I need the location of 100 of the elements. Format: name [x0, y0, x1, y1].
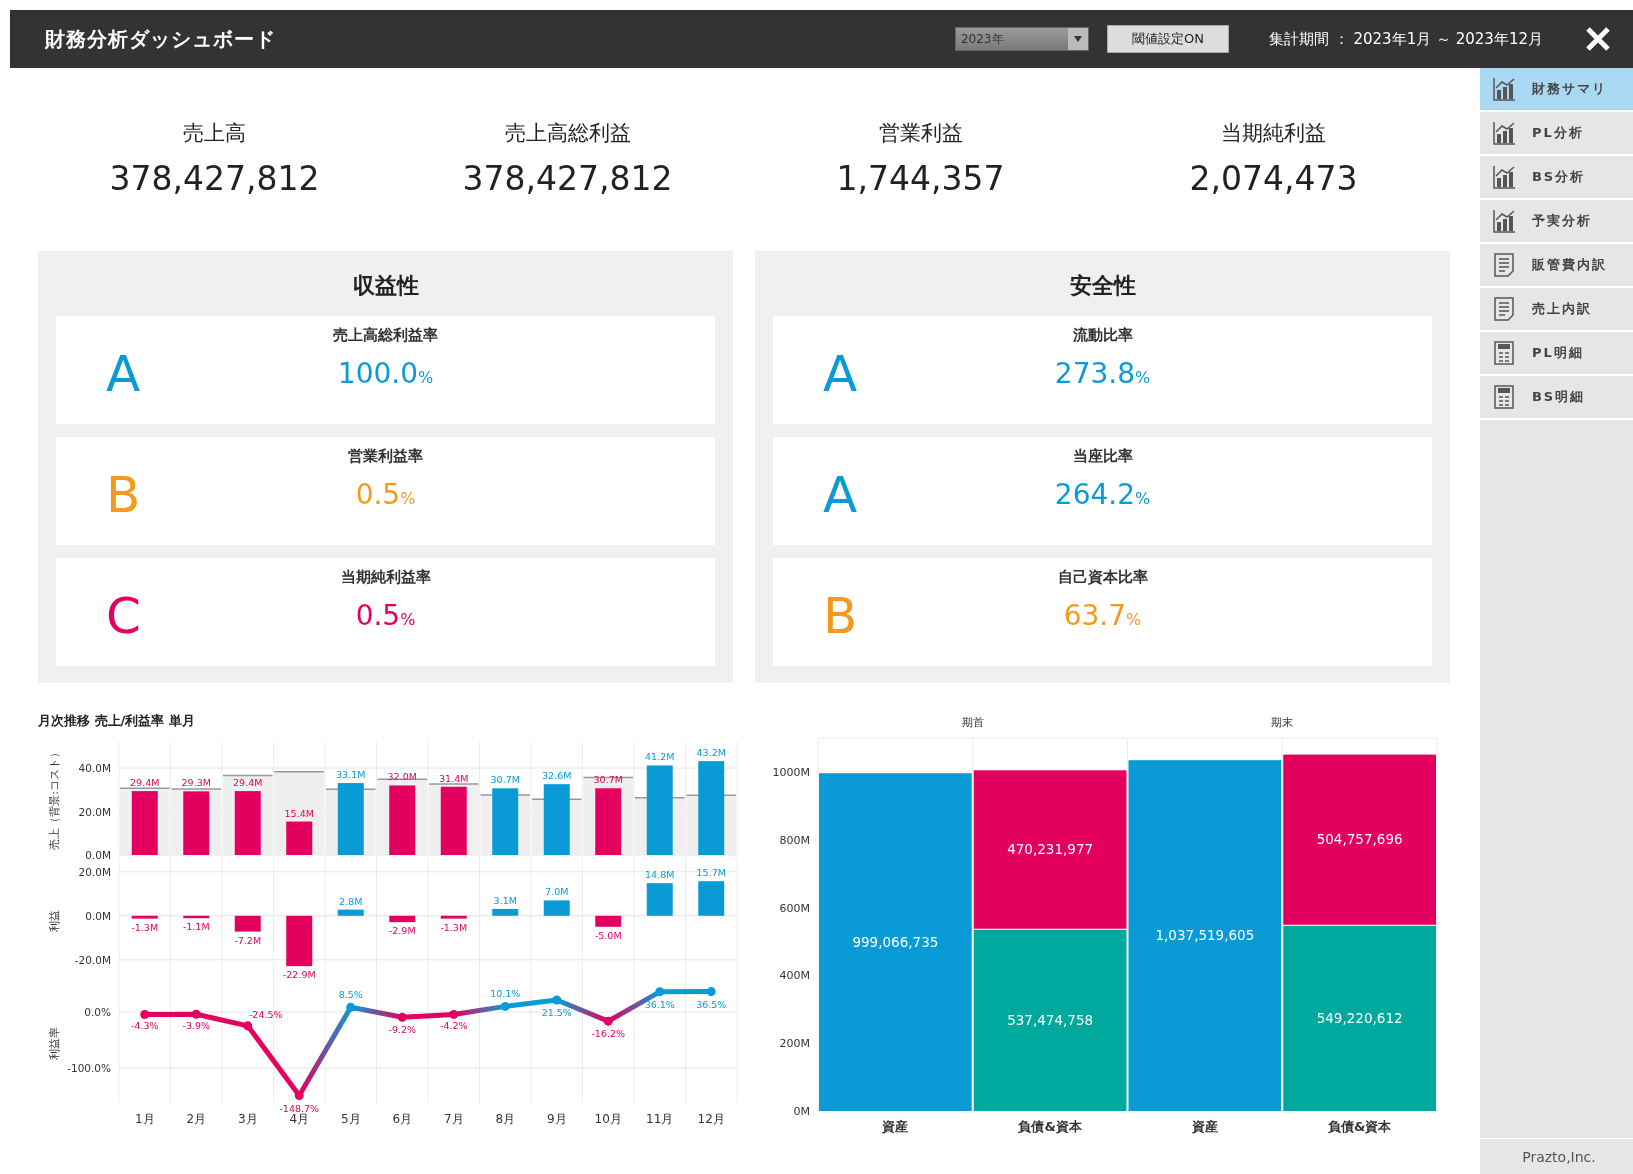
document-icon [1492, 296, 1516, 322]
value-label: 999,066,735 [852, 933, 939, 950]
value-label: -7.2M [234, 934, 262, 946]
csv-file-icon [1492, 340, 1516, 366]
document-icon [1492, 252, 1516, 278]
axis-label: 3月 [237, 1111, 258, 1126]
kpi-value: 1,744,357 [835, 157, 1006, 200]
data-point [140, 1009, 150, 1019]
bar [543, 899, 570, 916]
axis-label: 20.0M [78, 805, 111, 818]
bar [698, 880, 725, 916]
axis-label: 1000M [772, 765, 810, 779]
axis-label: 2月 [186, 1111, 207, 1126]
close-icon[interactable] [1585, 26, 1611, 52]
axis-label: 8月 [495, 1111, 516, 1126]
value-label: 10.1% [490, 987, 521, 999]
value-label: 29.4M [233, 776, 263, 788]
axis-label: 負債&資本 [1327, 1119, 1392, 1134]
panel-title: 安全性 [1068, 272, 1137, 300]
grade-letter: C [105, 588, 142, 644]
value-label: 29.3M [181, 776, 211, 788]
axis-label: -20.0M [74, 953, 111, 966]
bar [183, 915, 210, 918]
value-label: -1.3M [440, 921, 468, 933]
value-label: 30.7M [490, 773, 520, 785]
company-name: Prazto,Inc. [1480, 1138, 1633, 1174]
grade-letter: B [822, 588, 859, 644]
axis-label: 5月 [340, 1111, 361, 1126]
metric-value: 264.2% [1054, 477, 1151, 513]
bar [183, 790, 210, 855]
year-dropdown[interactable]: 2023年 [954, 27, 1089, 51]
axis-label: 4月 [289, 1111, 310, 1126]
value-label: 36.1% [644, 998, 675, 1010]
group-label: 期首 [961, 716, 984, 729]
bar [389, 784, 416, 855]
value-label: 504,757,696 [1316, 831, 1403, 848]
value-label: 43.2M [696, 746, 726, 758]
value-label: -3.9% [182, 1019, 211, 1031]
grade-letter: B [105, 467, 142, 523]
value-label: 36.5% [696, 998, 727, 1010]
sidebar-item[interactable]: 財務サマリ [1480, 68, 1633, 112]
caret-icon [1073, 36, 1082, 42]
threshold-button[interactable]: 閾値設定ON [1106, 25, 1229, 53]
metric-name: 当座比率 [1071, 446, 1134, 467]
bar [440, 786, 467, 855]
chart-icon [1492, 164, 1516, 190]
csv-file-icon [1492, 384, 1516, 410]
metric-value: 0.5% [355, 598, 416, 634]
panel-title: 収益性 [351, 272, 420, 300]
metric-name: 売上高総利益率 [332, 325, 439, 346]
value-label: 33.1M [336, 768, 366, 780]
bar [337, 909, 364, 916]
axis-label: 0.0M [85, 848, 111, 861]
axis-label: 6月 [392, 1111, 413, 1126]
axis-label: 800M [779, 833, 810, 847]
data-point [500, 1001, 510, 1011]
metric-value: 273.8% [1054, 356, 1151, 392]
value-label: 1,037,519,605 [1155, 927, 1255, 944]
value-label: 41.2M [645, 750, 675, 762]
value-label: 2.8M [339, 895, 363, 907]
period-label: 集計期間 ： 2023年1月 ～ 2023年12月 [1268, 28, 1543, 50]
value-label: 31.4M [439, 772, 469, 784]
group-label: 期末 [1271, 716, 1294, 729]
bar [389, 915, 416, 922]
axis-label: 1月 [134, 1111, 155, 1126]
kpi-value: 378,427,812 [108, 157, 321, 200]
value-label: -2.9M [388, 924, 416, 936]
data-point [603, 1016, 613, 1026]
value-label: -24.5% [248, 1008, 283, 1020]
metric-value: 100.0% [337, 356, 434, 392]
value-label: 549,220,612 [1316, 1009, 1403, 1026]
axis-label: 0.0M [85, 909, 111, 922]
data-point [706, 986, 716, 996]
value-label: -5.0M [594, 929, 622, 941]
axis-label: 0.0% [84, 1005, 111, 1018]
axis-label: 資産 [882, 1119, 909, 1134]
bar [440, 915, 467, 919]
axis-label: 資産 [1191, 1119, 1218, 1134]
axis-label: 負債&資本 [1018, 1119, 1082, 1134]
grade-letter: A [105, 346, 142, 402]
axis-label: 7月 [443, 1111, 464, 1126]
bar [543, 783, 570, 855]
axis-title: 利益率 [48, 1026, 61, 1060]
bar [286, 915, 313, 966]
metric-name: 当期純利益率 [339, 567, 432, 588]
metric-name: 流動比率 [1071, 325, 1134, 346]
axis-label: 400M [779, 969, 810, 983]
value-label: -4.2% [439, 1019, 468, 1031]
metric-name: 営業利益率 [347, 446, 424, 467]
data-point [294, 1090, 304, 1100]
data-point [449, 1009, 459, 1019]
bar [286, 821, 313, 855]
data-point [191, 1009, 201, 1019]
value-label: 14.8M [645, 868, 675, 880]
axis-label: -100.0% [67, 1061, 111, 1074]
axis-label: 200M [779, 1037, 810, 1051]
value-label: -9.2% [388, 1023, 417, 1035]
axis-title: 利益 [48, 909, 61, 931]
chart-icon [1492, 120, 1516, 146]
value-label: -4.3% [130, 1020, 159, 1031]
